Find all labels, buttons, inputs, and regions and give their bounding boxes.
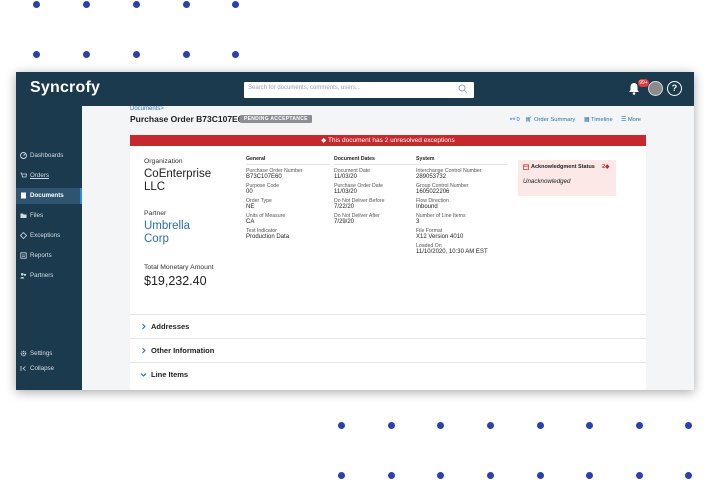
field: Order Type NE: [246, 198, 272, 210]
cart-icon: 🛒︎: [525, 117, 533, 123]
field: Units of Measure CA: [246, 213, 286, 225]
partner-link[interactable]: Umbrella Corp: [144, 220, 214, 246]
dates-heading: Document Dates: [334, 156, 419, 165]
sidebar-item-label: Settings: [30, 350, 53, 357]
sidebar-item-label: Documents: [30, 192, 64, 199]
top-bar: Syncrofy Search for documents, comments,…: [16, 72, 694, 106]
section-label: Line Items: [151, 370, 189, 379]
calendar-icon: [523, 164, 529, 170]
search-placeholder: Search for documents, comments, users...: [248, 85, 361, 91]
field: Flow Direction Inbound: [416, 198, 449, 210]
total-amount-label: Total Monetary Amount: [144, 264, 214, 271]
field: Purchase Order Date 11/03/20: [334, 183, 384, 195]
chevron-right-icon: [142, 323, 146, 330]
partners-icon: [20, 273, 27, 279]
search-input[interactable]: Search for documents, comments, users...: [244, 82, 474, 98]
page-title: Purchase Order B73C107E60: [130, 114, 248, 124]
exception-count: 2◆: [602, 164, 610, 170]
calendar-icon: ▦: [584, 117, 590, 123]
system-column: System Interchange Control Number 2890537…: [416, 156, 508, 258]
total-amount-value: $19,232.40: [144, 274, 207, 288]
field: Group Control Number 1605022206: [416, 183, 469, 195]
report-icon: [20, 252, 27, 259]
exception-alert[interactable]: ◆ This document has 2 unresolved excepti…: [130, 135, 646, 146]
cart-icon: [20, 172, 27, 178]
sidebar-item-documents[interactable]: Documents: [16, 188, 82, 204]
acknowledgment-status[interactable]: Acknowledgment Status 2◆ Unacknowledged: [518, 160, 616, 196]
exception-icon: [20, 232, 27, 239]
field: File Format X12 Version 4010: [416, 228, 464, 240]
sidebar-item-label: Reports: [30, 252, 52, 259]
order-summary-button[interactable]: 🛒︎ Order Summary: [525, 117, 575, 123]
sidebar-item-label: Partners: [30, 272, 54, 279]
timeline-button[interactable]: ▦ Timeline: [584, 117, 613, 123]
acknowledgment-title: Acknowledgment Status: [531, 164, 595, 170]
document-dates-column: Document Dates Document Date 11/03/20 Pur…: [334, 156, 419, 228]
section-line-items[interactable]: Line Items: [130, 362, 646, 386]
general-column: General Purchase Order Number B73C107E60 …: [246, 156, 331, 243]
sidebar-item-orders[interactable]: Orders: [16, 168, 82, 184]
document-card: Organization CoEnterprise LLC Partner Um…: [130, 146, 646, 390]
sidebar-item-exceptions[interactable]: Exceptions: [16, 228, 82, 244]
general-heading: General: [246, 156, 331, 165]
status-badge: PENDING ACCEPTANCE: [240, 115, 312, 123]
field: Number of Line Items 3: [416, 213, 466, 225]
field: Test Indicator Production Data: [246, 228, 290, 240]
field: Loaded On 11/10/2020, 10:30 AM EST: [416, 243, 488, 255]
sidebar-item-reports[interactable]: Reports: [16, 248, 82, 264]
sidebar-item-files[interactable]: Files: [16, 208, 82, 224]
field: Interchange Control Number 289053732: [416, 168, 482, 180]
section-label: Addresses: [151, 322, 190, 331]
sidebar-collapse[interactable]: Collapse: [16, 361, 82, 377]
menu-icon: ☰: [621, 117, 627, 123]
dashboard-icon: [20, 152, 27, 159]
sidebar-item-partners[interactable]: Partners: [16, 268, 82, 284]
field: Do Not Deliver Before 7/22/20: [334, 198, 385, 210]
help-button[interactable]: ?: [667, 81, 682, 96]
main-content: Documents> Purchase Order B73C107E60 PEN…: [82, 106, 694, 390]
warning-icon: ◆: [605, 164, 610, 170]
sidebar-item-label: Orders: [30, 172, 49, 179]
sidebar-item-dashboards[interactable]: Dashboards: [16, 148, 82, 164]
system-heading: System: [416, 156, 508, 165]
section-other-information[interactable]: Other Information: [130, 338, 646, 362]
app-window: Syncrofy Search for documents, comments,…: [16, 72, 694, 390]
search-icon[interactable]: [458, 84, 468, 94]
field: Purpose Code 00: [246, 183, 280, 195]
avatar[interactable]: [648, 81, 663, 96]
breadcrumb[interactable]: Documents>: [130, 106, 164, 112]
comments-button[interactable]: ⚯ 0: [510, 117, 520, 123]
sidebar-item-settings[interactable]: Settings: [16, 346, 82, 362]
sidebar-item-label: Collapse: [30, 365, 55, 372]
folder-icon: [20, 213, 27, 218]
page: Syncrofy Search for documents, comments,…: [0, 0, 708, 482]
comment-icon: ⚯: [510, 117, 515, 123]
organization-label: Organization: [144, 158, 183, 165]
sidebar: Dashboards Orders Documents Files Except…: [16, 106, 82, 390]
field: Document Date 11/03/20: [334, 168, 371, 180]
field: Do Not Deliver After 7/29/20: [334, 213, 380, 225]
chevron-right-icon: [142, 347, 146, 354]
sidebar-item-label: Exceptions: [30, 232, 61, 239]
gear-icon: [20, 350, 27, 357]
section-addresses[interactable]: Addresses: [130, 314, 646, 338]
sidebar-item-label: Files: [30, 212, 44, 219]
partner-label: Partner: [144, 210, 167, 217]
section-label: Other Information: [151, 346, 215, 355]
chevron-down-icon: [140, 373, 147, 377]
field: Purchase Order Number B73C107E60: [246, 168, 303, 180]
document-icon: [21, 192, 26, 199]
more-button[interactable]: ☰ More: [621, 117, 641, 123]
collapse-icon: [20, 366, 26, 371]
organization-value: CoEnterprise LLC: [144, 168, 212, 193]
logo[interactable]: Syncrofy: [30, 79, 100, 97]
acknowledgment-value: Unacknowledged: [523, 178, 571, 185]
sidebar-item-label: Dashboards: [30, 152, 64, 159]
warning-icon: ◆: [321, 137, 327, 144]
